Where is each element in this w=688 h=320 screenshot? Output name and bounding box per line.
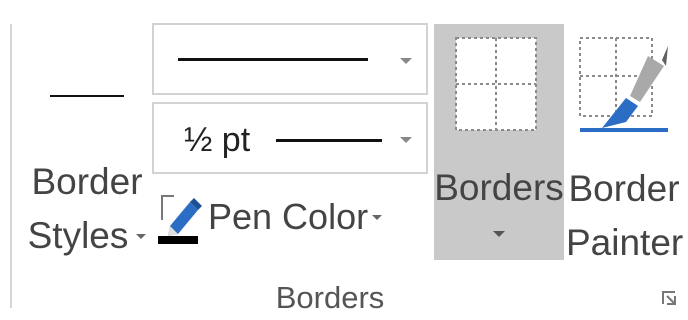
borders-arrow-row (434, 224, 564, 242)
border-styles-label-line2: Styles (27, 215, 129, 256)
border-styles-label-line1: Border (31, 161, 143, 202)
border-painter-button[interactable]: Border Painter (566, 24, 683, 263)
pen-color-label-wrap: Pen Color (208, 194, 383, 240)
chevron-down-icon[interactable] (400, 58, 412, 64)
borders-button[interactable]: Borders (434, 24, 564, 260)
pen-weight-preview (276, 139, 382, 142)
border-styles-button[interactable]: Border Styles (24, 30, 150, 260)
group-separator (10, 24, 12, 308)
pen-color-label: Pen Color (208, 196, 369, 237)
paintbrush-icon (579, 37, 668, 132)
borders-ribbon-group: Border Styles ½ pt Pen Color Borders Bor… (0, 0, 688, 320)
borders-label: Borders (434, 167, 564, 208)
chevron-down-icon (136, 233, 147, 239)
border-painter-label-line1: Border (568, 168, 680, 209)
border-painter-label-line2: Painter (566, 222, 684, 263)
pen-color-button[interactable]: Pen Color (150, 184, 432, 250)
border-styles-label-line2-wrap: Styles (28, 209, 147, 263)
chevron-down-icon[interactable] (493, 231, 505, 237)
pen-icon (158, 195, 202, 244)
border-style-preview (50, 95, 124, 97)
pen-weight-value: ½ pt (184, 121, 251, 159)
border-painter-label: Border Painter (566, 162, 684, 270)
pen-style-preview (178, 58, 368, 61)
pen-style-dropdown[interactable] (152, 23, 428, 95)
pen-color-swatch (158, 236, 198, 244)
pen-weight-dropdown[interactable]: ½ pt (152, 102, 428, 174)
border-styles-label: Border Styles (24, 155, 150, 263)
table-grid-icon (455, 37, 537, 131)
dialog-launcher-icon[interactable] (661, 290, 677, 306)
chevron-down-icon (372, 214, 383, 220)
group-label: Borders (275, 280, 385, 315)
chevron-down-icon[interactable] (400, 137, 412, 143)
